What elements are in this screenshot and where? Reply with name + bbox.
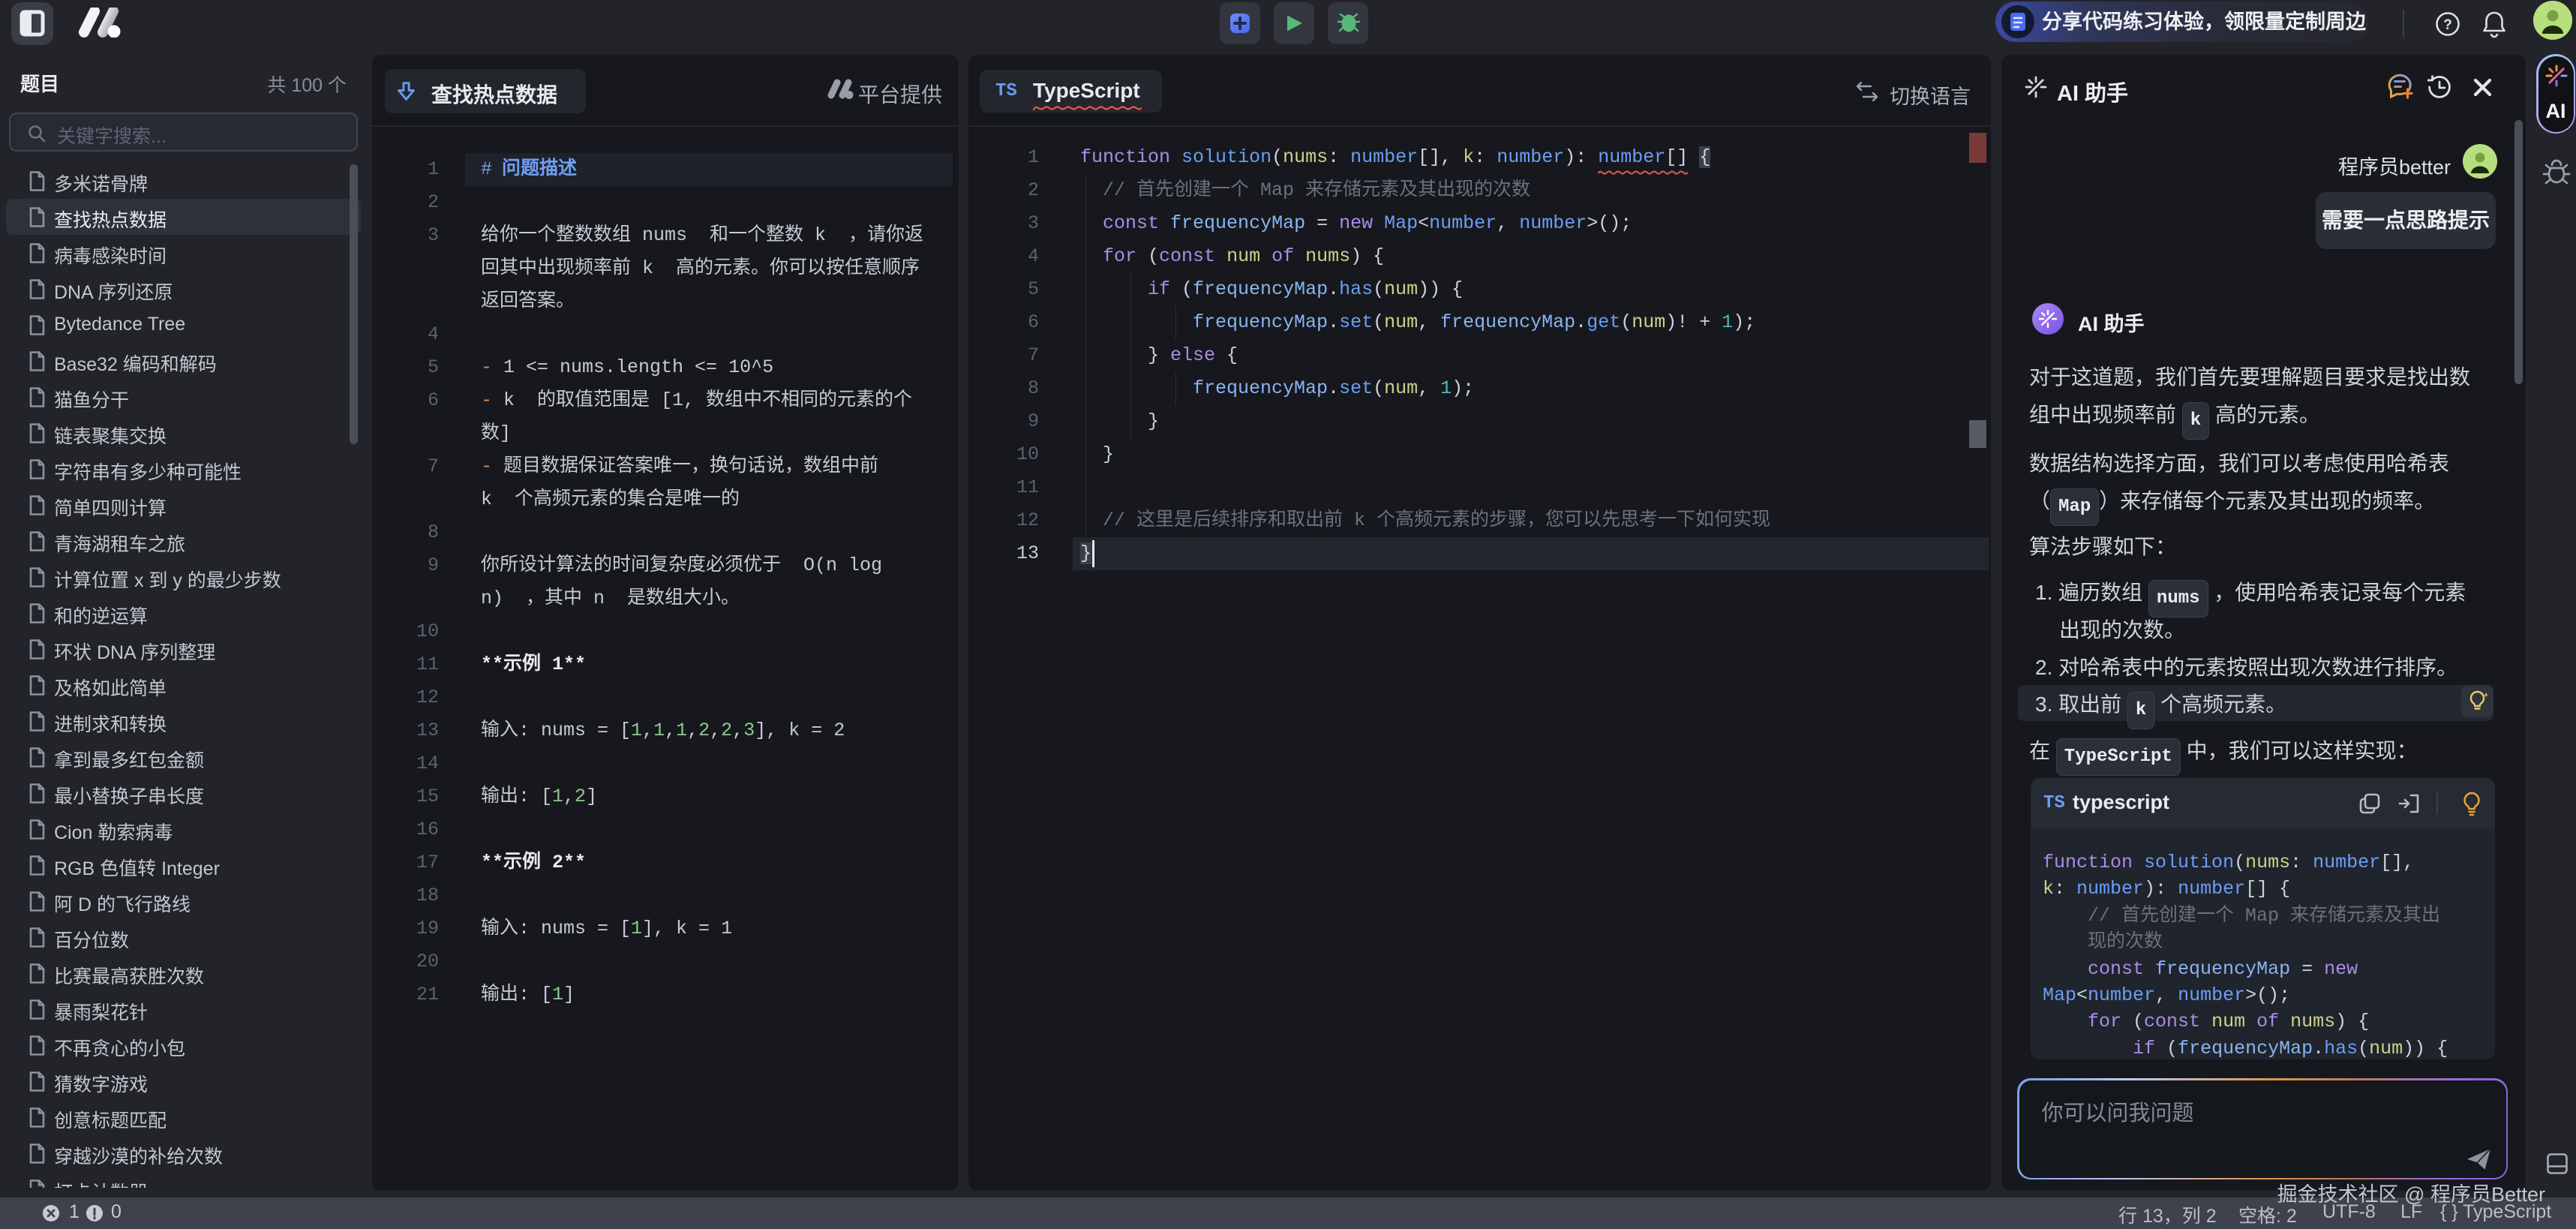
- svg-text:?: ?: [2443, 17, 2452, 33]
